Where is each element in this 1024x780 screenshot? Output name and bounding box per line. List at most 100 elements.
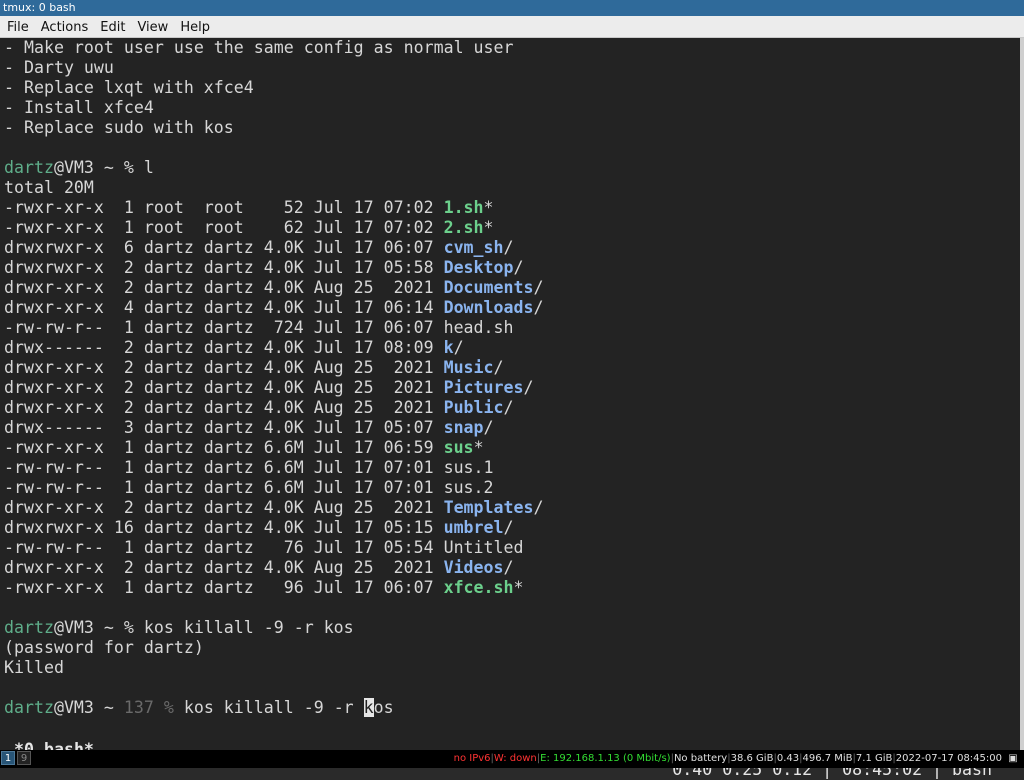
terminal-line: -rwxr-xr-x 1 dartz dartz 6.6M Jul 17 06:… xyxy=(0,438,1020,458)
terminal-line: drwxr-xr-x 2 dartz dartz 4.0K Aug 25 202… xyxy=(0,278,1020,298)
terminal-text: - Replace lxqt with xfce4 xyxy=(4,78,254,97)
terminal-text: sus xyxy=(443,438,474,457)
terminal-line: -rw-rw-r-- 1 dartz dartz 76 Jul 17 05:54… xyxy=(0,538,1020,558)
terminal-text: total 20M xyxy=(4,178,94,197)
terminal-text: 1.sh xyxy=(443,198,484,217)
terminal-text: * xyxy=(483,198,494,217)
terminal-output[interactable]: - Make root user use the same config as … xyxy=(0,38,1020,750)
status-block: 496.7 MiB xyxy=(802,753,853,764)
terminal-text: drwxrwxr-x 2 dartz dartz 4.0K Jul 17 05:… xyxy=(4,258,444,277)
terminal-line: drwx------ 3 dartz dartz 4.0K Jul 17 05:… xyxy=(0,418,1020,438)
terminal-text: / xyxy=(503,558,514,577)
terminal-text: 2.sh xyxy=(443,218,484,237)
terminal-line: drwxrwxr-x 2 dartz dartz 4.0K Jul 17 05:… xyxy=(0,258,1020,278)
terminal-line: -rw-rw-r-- 1 dartz dartz 6.6M Jul 17 07:… xyxy=(0,478,1020,498)
terminal-text: k xyxy=(443,338,454,357)
terminal-text: - Darty uwu xyxy=(4,58,114,77)
terminal-line: - Make root user use the same config as … xyxy=(0,38,1020,58)
status-block: 0.43 xyxy=(776,753,800,764)
menu-edit[interactable]: Edit xyxy=(95,17,130,39)
terminal-line: - Replace lxqt with xfce4 xyxy=(0,78,1020,98)
terminal-line: - Darty uwu xyxy=(0,58,1020,78)
status-block: 2022-07-17 08:45:00 xyxy=(895,753,1002,764)
terminal-scrollbar[interactable] xyxy=(1020,38,1024,750)
terminal-line: -rw-rw-r-- 1 dartz dartz 724 Jul 17 06:0… xyxy=(0,318,1020,338)
tray-window-icon[interactable]: ▣ xyxy=(1006,753,1020,765)
terminal-text: umbrel xyxy=(443,518,504,537)
terminal-text: dartz xyxy=(4,698,54,717)
terminal-text: drwxr-xr-x 2 dartz dartz 4.0K Aug 25 202… xyxy=(4,398,444,417)
terminal-line: drwxr-xr-x 4 dartz dartz 4.0K Jul 17 06:… xyxy=(0,298,1020,318)
terminal-text: Music xyxy=(443,358,494,377)
terminal-text: -rw-rw-r-- 1 dartz dartz 6.6M Jul 17 07:… xyxy=(4,458,494,477)
terminal-text: drwxr-xr-x 2 dartz dartz 4.0K Aug 25 202… xyxy=(4,498,444,517)
terminal-text: @VM3 ~ % l xyxy=(53,158,154,177)
i3-status-bar: 1 9 no IPv6|W: down|E: 192.168.1.13 (0 M… xyxy=(0,750,1024,768)
terminal-line: dartz@VM3 ~ % l xyxy=(0,158,1020,178)
terminal-line: drwxr-xr-x 2 dartz dartz 4.0K Aug 25 202… xyxy=(0,498,1020,518)
terminal-text: Killed xyxy=(4,658,64,677)
terminal-text: drwxr-xr-x 2 dartz dartz 4.0K Aug 25 202… xyxy=(4,378,444,397)
menu-bar: File Actions Edit View Help xyxy=(0,16,1024,38)
terminal-text: -rw-rw-r-- 1 dartz dartz 6.6M Jul 17 07:… xyxy=(4,478,494,497)
status-block: 38.6 GiB xyxy=(730,753,774,764)
status-blocks: no IPv6|W: down|E: 192.168.1.13 (0 Mbit/… xyxy=(454,750,1002,768)
terminal-text: drwxr-xr-x 2 dartz dartz 4.0K Aug 25 202… xyxy=(4,558,444,577)
terminal-text: / xyxy=(453,338,464,357)
terminal-line: dartz@VM3 ~ % kos killall -9 -r kos xyxy=(0,618,1020,638)
terminal-line: drwxr-xr-x 2 dartz dartz 4.0K Aug 25 202… xyxy=(0,558,1020,578)
menu-actions[interactable]: Actions xyxy=(36,17,94,39)
terminal-text: / xyxy=(483,418,494,437)
terminal-text: - Install xfce4 xyxy=(4,98,154,117)
terminal-text: / xyxy=(513,258,524,277)
terminal-text: -rwxr-xr-x 1 root root 62 Jul 17 07:02 xyxy=(4,218,444,237)
terminal-text: kos killall -9 -r xyxy=(173,698,364,717)
terminal-line: Killed xyxy=(0,658,1020,678)
workspace-9-button[interactable]: 9 xyxy=(17,751,31,765)
terminal-text: / xyxy=(503,518,514,537)
terminal-text: 137 % xyxy=(123,698,174,717)
terminal-text: dartz xyxy=(4,618,54,637)
status-block: no IPv6 xyxy=(453,753,491,764)
terminal-line: -rwxr-xr-x 1 root root 62 Jul 17 07:02 2… xyxy=(0,218,1020,238)
terminal-text: / xyxy=(523,378,534,397)
menu-help[interactable]: Help xyxy=(175,17,215,39)
terminal-line: - Replace sudo with kos xyxy=(0,118,1020,138)
terminal-line: (password for dartz) xyxy=(0,638,1020,658)
terminal-text: - Make root user use the same config as … xyxy=(4,38,514,57)
status-block: No battery xyxy=(673,753,728,764)
terminal-text: -rw-rw-r-- 1 dartz dartz 724 Jul 17 06:0… xyxy=(4,318,514,337)
window-titlebar: tmux: 0 bash xyxy=(0,0,1024,16)
terminal-text: -rwxr-xr-x 1 dartz dartz 6.6M Jul 17 06:… xyxy=(4,438,444,457)
terminal-text: drwxr-xr-x 4 dartz dartz 4.0K Jul 17 06:… xyxy=(4,298,444,317)
tmux-status-bar: *0 bash* 0.40 0.25 0.12 | 08:45:02 | bas… xyxy=(0,720,1020,779)
terminal-text: snap xyxy=(443,418,484,437)
terminal-text: / xyxy=(503,238,514,257)
terminal-text: / xyxy=(493,358,504,377)
terminal-text: @VM3 ~ % kos killall -9 -r kos xyxy=(53,618,354,637)
terminal-text: drwx------ 2 dartz dartz 4.0K Jul 17 08:… xyxy=(4,338,444,357)
status-block: 7.1 GiB xyxy=(855,753,893,764)
terminal-text: * xyxy=(483,218,494,237)
terminal-line: drwxrwxr-x 16 dartz dartz 4.0K Jul 17 05… xyxy=(0,518,1020,538)
window-title: tmux: 0 bash xyxy=(3,1,76,14)
terminal-text: - Replace sudo with kos xyxy=(4,118,234,137)
terminal-text: @VM3 ~ xyxy=(53,698,124,717)
terminal-text: os xyxy=(373,698,394,717)
terminal-cursor: k xyxy=(363,698,374,717)
terminal-line: -rw-rw-r-- 1 dartz dartz 6.6M Jul 17 07:… xyxy=(0,458,1020,478)
terminal-text: -rwxr-xr-x 1 root root 52 Jul 17 07:02 xyxy=(4,198,444,217)
terminal-line: - Install xfce4 xyxy=(0,98,1020,118)
terminal-text: -rwxr-xr-x 1 dartz dartz 96 Jul 17 06:07 xyxy=(4,578,444,597)
workspace-1-button[interactable]: 1 xyxy=(1,751,15,765)
terminal-text: / xyxy=(533,498,544,517)
menu-file[interactable]: File xyxy=(2,17,34,39)
scrollbar-thumb[interactable] xyxy=(1020,38,1024,750)
terminal-line: drwxrwxr-x 6 dartz dartz 4.0K Jul 17 06:… xyxy=(0,238,1020,258)
menu-view[interactable]: View xyxy=(132,17,173,39)
terminal-text: -rw-rw-r-- 1 dartz dartz 76 Jul 17 05:54… xyxy=(4,538,524,557)
terminal-line: drwxr-xr-x 2 dartz dartz 4.0K Aug 25 202… xyxy=(0,398,1020,418)
